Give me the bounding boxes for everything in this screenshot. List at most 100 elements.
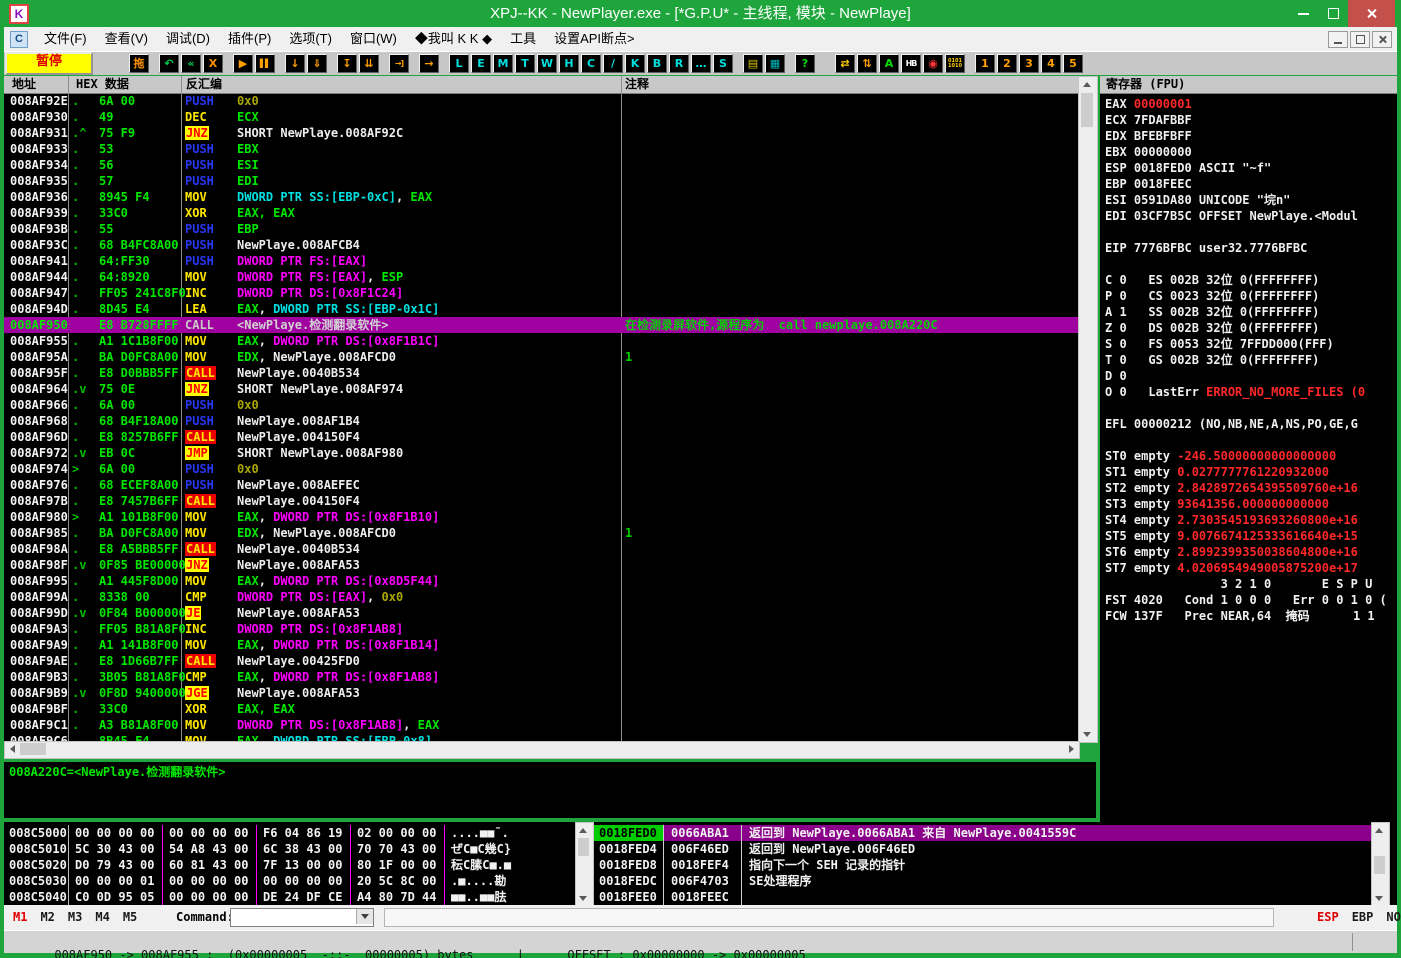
command-input[interactable] bbox=[230, 908, 374, 927]
stack-flag-none[interactable]: NONE bbox=[1386, 910, 1401, 924]
scroll-down-icon[interactable] bbox=[579, 896, 587, 901]
binary-icon[interactable]: 0101 1010 bbox=[945, 54, 965, 73]
column-header-address[interactable]: 地址 bbox=[12, 76, 36, 93]
disasm-row[interactable]: 008AF9A9. A1 141B8F00 MOV EAX, DWORD PTR DS… bbox=[4, 637, 1078, 653]
disasm-row[interactable]: 008AF950 E8 B728FFFF CALL <NewPlaye.检测翻录软件>… bbox=[4, 317, 1078, 333]
stack-row[interactable]: 0018FEE0 0018FEEC bbox=[594, 889, 1371, 905]
stack-vscrollbar[interactable] bbox=[1371, 822, 1390, 907]
disasm-row[interactable]: 008AF98A. E8 A5BBB5FF CALL NewPlaye.0040B53… bbox=[4, 541, 1078, 557]
info-panel[interactable]: 008A220C=<NewPlaye.检测翻录软件> bbox=[4, 762, 1096, 818]
scrollbar-thumb[interactable] bbox=[578, 838, 589, 856]
disasm-row[interactable]: 008AF931 .^ 75 F9 JNZ SHORT NewPlaye.008AF92… bbox=[4, 125, 1078, 141]
desktop-4-button[interactable]: 4 bbox=[1041, 54, 1061, 73]
column-header-comment[interactable]: 注释 bbox=[625, 76, 649, 93]
disasm-row[interactable]: 008AF995. A1 445F8D00 MOV EAX, DWORD PTR DS… bbox=[4, 573, 1078, 589]
log-window-button[interactable]: L bbox=[449, 54, 469, 73]
menu-item[interactable]: ◆我叫 K K ◆ bbox=[406, 27, 501, 51]
disasm-row[interactable]: 008AF936. 8945 F4 MOV DWORD PTR SS:[EBP-0xC… bbox=[4, 189, 1078, 205]
disasm-row[interactable]: 008AF9B3. 3B05 B81A8F0 CMP EAX, DWORD PTR D… bbox=[4, 669, 1078, 685]
disasm-row[interactable]: 008AF95F. E8 D0BBB5FF CALL NewPlaye.0040B53… bbox=[4, 365, 1078, 381]
source-button[interactable]: S bbox=[713, 54, 733, 73]
disasm-row[interactable]: 008AF976. 68 ECEF8A00 PUSH NewPlaye.008AEFE… bbox=[4, 477, 1078, 493]
disasm-row[interactable]: 008AF941. 64:FF30 PUSH DWORD PTR FS:[EAX] bbox=[4, 253, 1078, 269]
disasm-row[interactable]: 008AF9B9 .v 0F8D 9400000 JGE NewPlaye.008AFA… bbox=[4, 685, 1078, 701]
stack-row[interactable]: 0018FED4 006F46ED 返回到 NewPlaye.006F46ED bbox=[594, 841, 1371, 857]
target-icon[interactable]: ◉ bbox=[923, 54, 943, 73]
plugin-command-field[interactable] bbox=[384, 908, 1274, 927]
options-icon[interactable]: ▤ bbox=[743, 54, 763, 73]
mdi-minimize-button[interactable] bbox=[1328, 31, 1348, 48]
disasm-row[interactable]: 008AF99D .v 0F84 B000000 JE NewPlaye.008AFA5… bbox=[4, 605, 1078, 621]
dump-row[interactable]: 008C5010 5C 30 43 00 54 A8 43 00 6C 38 43 0… bbox=[4, 841, 575, 857]
register-line[interactable]: ST7 empty 4.0206954949005875200e+17 bbox=[1100, 560, 1397, 576]
menu-item[interactable]: 工具 bbox=[501, 27, 545, 51]
register-line[interactable]: ST6 empty 2.8992399350038604800e+16 bbox=[1100, 544, 1397, 560]
help-icon[interactable]: ? bbox=[795, 54, 815, 73]
step-back-icon[interactable]: « bbox=[181, 54, 201, 73]
trace-into-icon[interactable]: ↧ bbox=[337, 54, 357, 73]
menu-item[interactable]: 选项(T) bbox=[280, 27, 341, 51]
references-button[interactable]: R bbox=[669, 54, 689, 73]
register-line[interactable]: EAX 00000001 bbox=[1100, 96, 1397, 112]
dump-row[interactable]: 008C5040 C0 0D 95 05 00 00 00 00 DE 24 DF C… bbox=[4, 889, 575, 905]
register-line[interactable]: EBX 00000000 bbox=[1100, 144, 1397, 160]
close-button[interactable] bbox=[1348, 0, 1395, 27]
stack-flag-esp[interactable]: ESP bbox=[1317, 910, 1339, 924]
disassembly-vscrollbar[interactable] bbox=[1078, 76, 1098, 743]
close-process-icon[interactable]: X bbox=[203, 54, 223, 73]
menu-item[interactable]: 调试(D) bbox=[157, 27, 219, 51]
disasm-row[interactable]: 008AF972 .v EB 0C JMP SHORT NewPlaye.008AF98… bbox=[4, 445, 1078, 461]
hardware-breakpoint-icon[interactable]: HB bbox=[901, 54, 921, 73]
disasm-row[interactable]: 008AF985. BA D0FC8A00 MOV EDX, NewPlaye.008… bbox=[4, 525, 1078, 541]
register-line[interactable]: ST3 empty 93641356.000000000000 bbox=[1100, 496, 1397, 512]
disasm-row[interactable]: 008AF980 > A1 101B8F00 MOV EAX, DWORD PTR DS… bbox=[4, 509, 1078, 525]
register-line[interactable]: Z 0 DS 002B 32位 0(FFFFFFFF) bbox=[1100, 320, 1397, 336]
desktop-3-button[interactable]: 3 bbox=[1019, 54, 1039, 73]
disasm-row[interactable]: 008AF95A. BA D0FC8A00 MOV EDX, NewPlaye.008… bbox=[4, 349, 1078, 365]
register-line[interactable]: EFL 00000212 (NO,NB,NE,A,NS,PO,GE,G bbox=[1100, 416, 1397, 432]
register-line[interactable]: A 1 SS 002B 32位 0(FFFFFFFF) bbox=[1100, 304, 1397, 320]
scroll-down-icon[interactable] bbox=[1083, 732, 1091, 737]
disasm-row[interactable]: 008AF974 >6A 00 PUSH 0x0 bbox=[4, 461, 1078, 477]
stack-row[interactable]: 0018FEDC 006F4703 SE处理程序 bbox=[594, 873, 1371, 889]
scroll-up-icon[interactable] bbox=[1083, 82, 1091, 87]
memory-tab-m1[interactable]: M1 bbox=[13, 910, 27, 924]
disasm-row[interactable]: 008AF9BF. 33C0 XOR EAX, EAX bbox=[4, 701, 1078, 717]
call-stack-button[interactable]: K bbox=[625, 54, 645, 73]
register-line[interactable]: ST2 empty 2.8428972654395509760e+16 bbox=[1100, 480, 1397, 496]
register-line[interactable]: C 0 ES 002B 32位 0(FFFFFFFF) bbox=[1100, 272, 1397, 288]
disasm-row[interactable]: 008AF9A3. FF05 B81A8F0 INC DWORD PTR DS:[0x… bbox=[4, 621, 1078, 637]
scrollbar-thumb[interactable] bbox=[1374, 856, 1385, 874]
memory-tab-m3[interactable]: M3 bbox=[68, 910, 82, 924]
register-line[interactable]: ECX 7FDAFBBF bbox=[1100, 112, 1397, 128]
scroll-up-icon[interactable] bbox=[579, 828, 587, 833]
disasm-row[interactable]: 008AF9C6. 8B45 F4 MOV EAX, DWORD PTR SS:[EB… bbox=[4, 733, 1078, 741]
execute-till-return-icon[interactable]: →] bbox=[389, 54, 409, 73]
disasm-row[interactable]: 008AF99A. 8338 00 CMP DWORD PTR DS:[EAX], 0… bbox=[4, 589, 1078, 605]
child-window-icon[interactable]: C bbox=[10, 30, 28, 48]
disasm-row[interactable]: 008AF98F .v 0F85 BE00000 JNZ NewPlaye.008AFA… bbox=[4, 557, 1078, 573]
register-line[interactable]: ST4 empty 2.7303545193693260800e+16 bbox=[1100, 512, 1397, 528]
executables-button[interactable]: E bbox=[471, 54, 491, 73]
register-line[interactable] bbox=[1100, 432, 1397, 448]
register-line[interactable]: ST1 empty 0.0277777761220932000 bbox=[1100, 464, 1397, 480]
drag-button[interactable]: 拖 bbox=[129, 54, 149, 73]
assemble-icon[interactable]: A bbox=[879, 54, 899, 73]
cpu-window-button[interactable]: C bbox=[581, 54, 601, 73]
scroll-left-icon[interactable] bbox=[10, 745, 15, 753]
register-line[interactable] bbox=[1100, 400, 1397, 416]
disasm-row[interactable]: 008AF966. 6A 00 PUSH 0x0 bbox=[4, 397, 1078, 413]
pause-status-button[interactable]: 暂停 bbox=[5, 52, 93, 75]
memory-tab-m2[interactable]: M2 bbox=[40, 910, 54, 924]
register-line[interactable]: 3 2 1 0 E S P U bbox=[1100, 576, 1397, 592]
disasm-row[interactable]: 008AF930. 49 DEC ECX bbox=[4, 109, 1078, 125]
disasm-row[interactable]: 008AF933. 53 PUSH EBX bbox=[4, 141, 1078, 157]
appearance-icon[interactable]: ▦ bbox=[765, 54, 785, 73]
disasm-row[interactable]: 008AF968. 68 B4F18A00 PUSH NewPlaye.008AF1B… bbox=[4, 413, 1078, 429]
menu-item[interactable]: 窗口(W) bbox=[341, 27, 406, 51]
trace-over-icon[interactable]: ⇊ bbox=[359, 54, 379, 73]
register-line[interactable]: FCW 137F Prec NEAR,64 掩码 1 1 bbox=[1100, 608, 1397, 624]
disasm-row[interactable]: 008AF96D. E8 8257B6FF CALL NewPlaye.004150F… bbox=[4, 429, 1078, 445]
desktop-2-button[interactable]: 2 bbox=[997, 54, 1017, 73]
dump-row[interactable]: 008C5030 00 00 00 01 00 00 00 00 00 00 00 0… bbox=[4, 873, 575, 889]
